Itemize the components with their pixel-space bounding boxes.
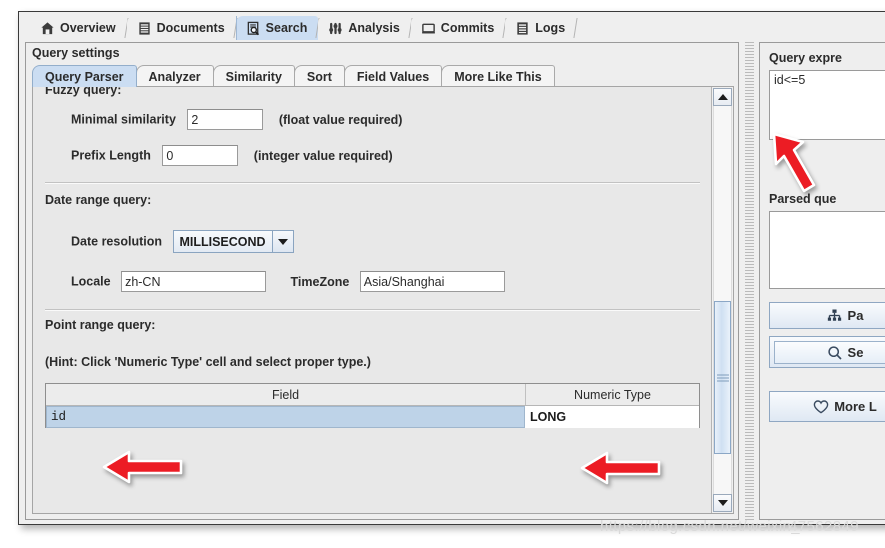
point-range-table: Field Numeric Type id LONG (45, 383, 700, 428)
point-range-hint: (Hint: Click 'Numeric Type' cell and sel… (45, 355, 371, 369)
subtab-more-like-this[interactable]: More Like This (441, 65, 555, 87)
minimal-similarity-label: Minimal similarity (71, 112, 176, 127)
tab-documents[interactable]: Documents (126, 16, 238, 40)
date-resolution-combo[interactable]: MILLISECOND (173, 230, 294, 253)
minimal-similarity-input[interactable]: 2 (187, 109, 264, 130)
prefix-length-input[interactable]: 0 (162, 145, 239, 166)
subtab-analyzer[interactable]: Analyzer (135, 65, 214, 87)
column-header-numeric-type[interactable]: Numeric Type (525, 384, 699, 405)
parse-button[interactable]: Pa (769, 302, 885, 329)
parsed-query-output (769, 211, 885, 289)
logs-icon (515, 21, 530, 36)
tab-documents-label: Documents (156, 21, 225, 35)
subtab-sort-label: Sort (306, 69, 332, 84)
search-button-label: Se (847, 344, 864, 360)
parse-button-label: Pa (847, 308, 864, 323)
subtab-sort[interactable]: Sort (293, 65, 345, 87)
commits-icon (421, 21, 436, 36)
home-icon (40, 21, 55, 36)
point-range-section-label: Point range query: (45, 318, 156, 332)
subtab-field-values[interactable]: Field Values (343, 65, 443, 87)
fuzzy-query-section-label: Fuzzy query: (45, 87, 122, 97)
divider-fuzzy-date (45, 182, 700, 184)
column-header-field[interactable]: Field (46, 384, 525, 405)
arrow-to-field-id (101, 448, 185, 486)
tab-overview[interactable]: Overview (30, 16, 129, 40)
triangle-down-icon (717, 500, 728, 506)
subtab-similarity[interactable]: Similarity (212, 65, 295, 87)
arrow-to-numeric-type-long (579, 449, 663, 487)
tab-divider (573, 18, 578, 38)
date-resolution-row: Date resolution MILLISECOND (71, 230, 294, 253)
cell-numeric-type[interactable]: LONG (525, 406, 699, 428)
subtab-analyzer-label: Analyzer (148, 69, 201, 84)
more-like-this-button-label: More L (834, 399, 877, 414)
analysis-icon (328, 21, 343, 36)
tab-search-label: Search (265, 21, 308, 35)
subtab-query-parser-label: Query Parser (45, 69, 124, 84)
watermark-text: https://blog.csdn.net/weixin_ (600, 518, 801, 535)
point-range-table-header: Field Numeric Type (46, 384, 699, 406)
hierarchy-icon (827, 308, 842, 323)
table-row[interactable]: id LONG (46, 406, 699, 428)
tab-search[interactable]: Search (235, 16, 320, 40)
search-query-panel: Query expre id<=5 Parsed que Pa Se More … (759, 42, 885, 520)
scrollbar-thumb[interactable] (714, 301, 731, 454)
locale-label: Locale (71, 274, 111, 289)
query-settings-title: Query settings (32, 46, 120, 60)
scroll-up-button[interactable] (713, 88, 732, 106)
timezone-label: TimeZone (290, 274, 350, 289)
tab-analysis-label: Analysis (348, 21, 400, 35)
locale-input[interactable]: zh-CN (121, 271, 267, 292)
divider-date-point (45, 309, 700, 311)
prefix-length-hint: (integer value required) (253, 148, 393, 163)
locale-timezone-row: Locale zh-CN TimeZone Asia/Shanghai (71, 271, 505, 292)
query-expression-label: Query expre (769, 51, 842, 65)
main-tab-bar: Overview Documents Search Analysis Commi… (19, 12, 885, 40)
tab-analysis[interactable]: Analysis (318, 16, 413, 40)
date-resolution-value: MILLISECOND (174, 231, 272, 252)
panel-splitter[interactable] (745, 42, 754, 520)
tab-overview-label: Overview (60, 21, 116, 35)
search-document-icon (246, 21, 261, 36)
subtab-field-values-label: Field Values (356, 69, 430, 84)
scroll-down-button[interactable] (713, 494, 732, 512)
date-resolution-label: Date resolution (71, 234, 162, 249)
watermark: https://blog.csdn.net/weixin_ 47562849 (600, 518, 859, 535)
query-parser-vertical-scrollbar[interactable] (711, 87, 733, 513)
screenshot-root: Overview Documents Search Analysis Commi… (0, 0, 885, 548)
tab-commits-label: Commits (440, 21, 495, 35)
minimal-similarity-row: Minimal similarity 2 (float value requir… (71, 109, 402, 130)
tab-commits[interactable]: Commits (410, 16, 507, 40)
subtab-query-parser[interactable]: Query Parser (32, 65, 137, 87)
query-settings-tab-bar: Query Parser Analyzer Similarity Sort Fi… (32, 64, 732, 87)
magnifier-icon (827, 345, 842, 360)
minimal-similarity-hint: (float value required) (278, 112, 403, 127)
watermark-overlap: 47562849 (789, 518, 859, 535)
date-range-section-label: Date range query: (45, 193, 152, 207)
scrollbar-grip-icon (716, 374, 729, 381)
subtab-more-like-this-label: More Like This (454, 69, 542, 84)
scrollbar-track[interactable] (713, 106, 732, 494)
prefix-length-row: Prefix Length 0 (integer value required) (71, 145, 393, 166)
arrow-to-query-expression (770, 130, 832, 198)
chevron-down-icon[interactable] (271, 231, 293, 252)
document-icon (137, 21, 152, 36)
timezone-input[interactable]: Asia/Shanghai (359, 271, 505, 292)
subtab-similarity-label: Similarity (225, 69, 282, 84)
cell-field-name[interactable]: id (46, 406, 525, 428)
tab-logs[interactable]: Logs (505, 16, 578, 40)
triangle-up-icon (717, 94, 728, 100)
more-like-this-button[interactable]: More L (769, 391, 885, 422)
prefix-length-label: Prefix Length (71, 148, 151, 163)
tab-logs-label: Logs (535, 21, 566, 35)
heart-icon (813, 399, 829, 414)
search-button[interactable]: Se (769, 336, 885, 368)
